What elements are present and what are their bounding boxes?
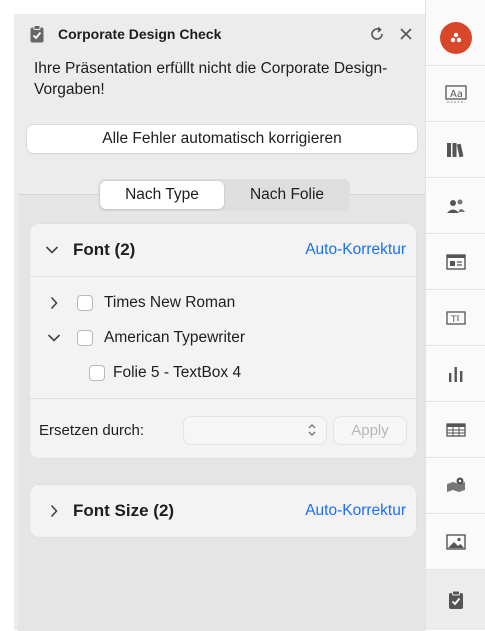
tree-child-item: Folie 5 - TextBox 4 (30, 361, 416, 385)
rail-image[interactable] (426, 514, 485, 570)
rail-people[interactable] (426, 178, 485, 234)
chevron-down-icon[interactable] (46, 330, 62, 346)
font-auto-fix-link[interactable]: Auto-Korrektur (305, 240, 406, 260)
refresh-button[interactable] (365, 22, 389, 46)
layout-icon (446, 253, 466, 270)
tab-by-slide[interactable]: Nach Folie (226, 181, 348, 209)
table-icon (446, 422, 466, 437)
item-checkbox[interactable] (77, 330, 93, 346)
brand-logo-icon (440, 21, 472, 54)
chart-icon (449, 366, 463, 382)
font-section-header[interactable]: Font (2) Auto-Korrektur (30, 224, 416, 276)
rail-table[interactable] (426, 402, 485, 458)
font-section-title: Font (2) (73, 240, 136, 259)
tree-item-label: American Typewriter (104, 329, 245, 346)
clipboard-check-icon (28, 25, 46, 43)
chevron-right-icon[interactable] (46, 503, 62, 519)
font-size-auto-fix-link[interactable]: Auto-Korrektur (305, 501, 406, 521)
replace-label: Ersetzen durch: (39, 422, 145, 439)
close-button[interactable] (394, 22, 418, 46)
item-checkbox[interactable] (77, 295, 93, 311)
compliance-warning: Ihre Präsentation erfüllt nicht die Corp… (34, 60, 388, 98)
tree-item: Times New Roman (30, 291, 416, 315)
font-style-icon: Aa (445, 84, 467, 102)
tree-item: American Typewriter (30, 326, 416, 350)
font-section: Font (2) Auto-Korrektur Times New Roman … (30, 224, 416, 458)
font-size-section-header[interactable]: Font Size (2) Auto-Korrektur (30, 485, 416, 537)
fix-all-button[interactable]: Alle Fehler automatisch korrigieren (27, 125, 417, 153)
rail-layout[interactable] (426, 234, 485, 290)
font-issue-tree: Times New Roman American Typewriter Foli… (30, 276, 416, 381)
design-check-panel: Corporate Design Check Ihre Präsentation… (14, 14, 425, 631)
rail-brand[interactable] (426, 10, 485, 66)
textbox-icon: T (446, 310, 466, 325)
tree-item-label: Folie 5 - TextBox 4 (113, 364, 242, 381)
tab-by-type[interactable]: Nach Type (100, 181, 224, 209)
rail-library[interactable] (426, 122, 485, 178)
item-checkbox[interactable] (89, 365, 105, 381)
rail-textbox[interactable]: T (426, 290, 485, 346)
panel-title: Corporate Design Check (58, 26, 222, 42)
map-pin-icon (447, 477, 465, 492)
refresh-icon (371, 26, 383, 40)
rail-font-style[interactable]: Aa (426, 66, 485, 122)
chevron-right-icon[interactable] (46, 295, 62, 311)
svg-text:T: T (450, 315, 457, 325)
replace-row: Ersetzen durch: Apply (30, 398, 416, 458)
rail-chart[interactable] (426, 346, 485, 402)
svg-text:Aa: Aa (450, 89, 463, 100)
font-size-section: Font Size (2) Auto-Korrektur (30, 485, 416, 537)
image-icon (446, 533, 466, 550)
rail-design-check[interactable] (426, 570, 485, 630)
close-icon (400, 28, 412, 40)
tool-rail: Aa T (425, 0, 485, 630)
rail-map[interactable] (426, 458, 485, 514)
replace-font-select[interactable] (184, 417, 326, 444)
clipboard-check-icon (449, 590, 463, 609)
tree-item-label: Times New Roman (104, 294, 236, 311)
view-toggle: Nach Type Nach Folie (98, 179, 350, 211)
apply-button[interactable]: Apply (334, 417, 406, 444)
people-icon (447, 199, 465, 213)
stepper-chevron-icon (308, 424, 316, 436)
library-icon (447, 142, 464, 157)
chevron-down-icon[interactable] (44, 242, 60, 258)
font-size-section-title: Font Size (2) (73, 501, 175, 520)
